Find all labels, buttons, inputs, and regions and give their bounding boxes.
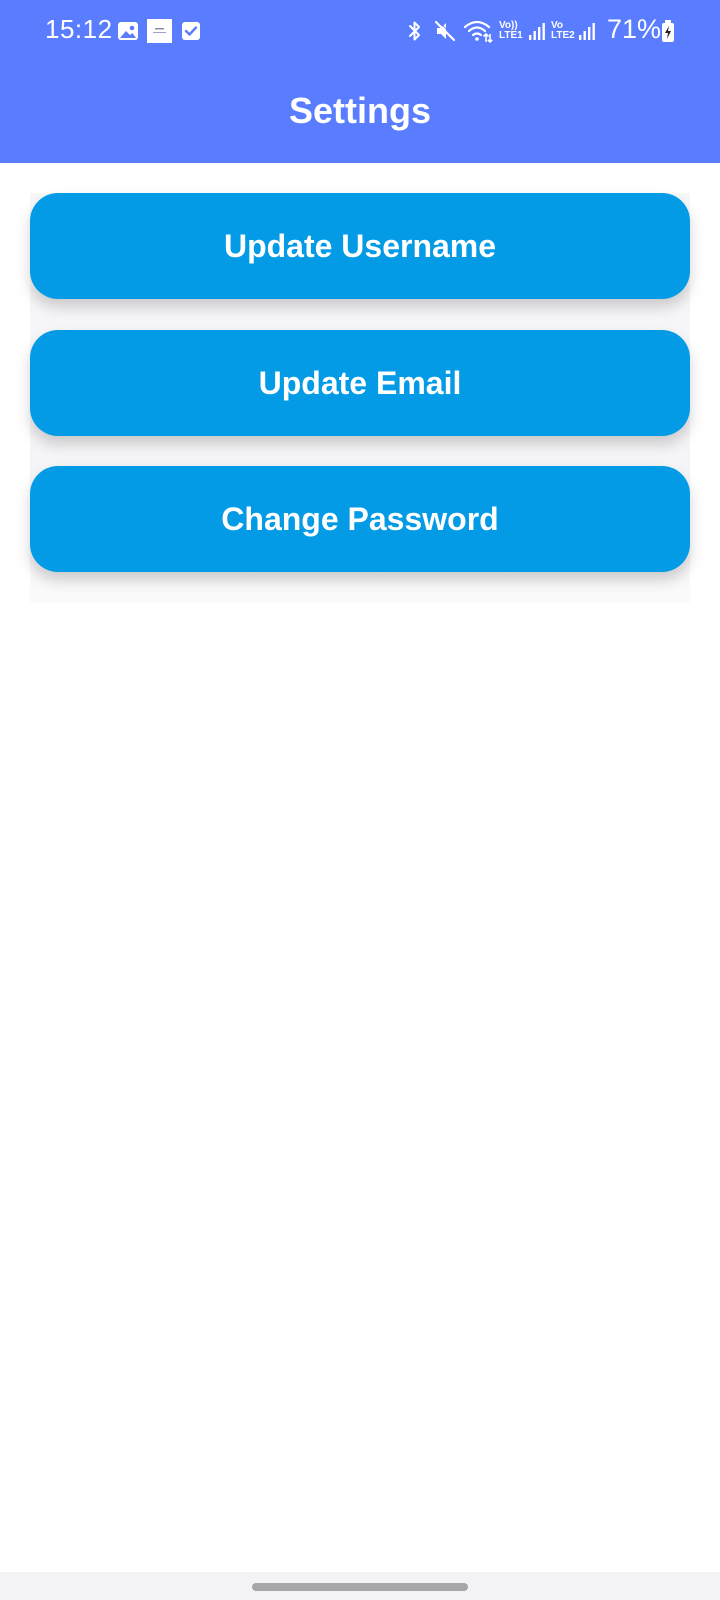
battery-charging-icon <box>662 20 674 42</box>
mute-icon <box>434 19 457 42</box>
wifi-icon <box>463 20 493 44</box>
signal-icon <box>529 23 545 40</box>
sim1-network-label: Vo)) LTE1 <box>499 20 523 41</box>
bluetooth-icon <box>409 21 420 41</box>
navigation-bar <box>0 1572 720 1600</box>
update-username-button[interactable]: Update Username <box>30 193 690 299</box>
battery-percent: 71% <box>607 14 662 44</box>
sim2-network-label: Vo LTE2 <box>551 20 575 41</box>
update-email-button[interactable]: Update Email <box>30 330 690 436</box>
status-time: 15:12 <box>45 14 113 44</box>
image-icon <box>118 22 138 40</box>
notification-thumbnail-icon <box>147 19 172 43</box>
signal-icon <box>579 23 595 40</box>
status-bar: 15:12 Vo)) LTE1 Vo LTE2 71% <box>0 0 720 64</box>
page-title: Settings <box>288 90 431 131</box>
checkbox-icon <box>182 22 200 40</box>
change-password-button[interactable]: Change Password <box>30 466 690 572</box>
home-gesture-handle[interactable] <box>252 1583 468 1591</box>
